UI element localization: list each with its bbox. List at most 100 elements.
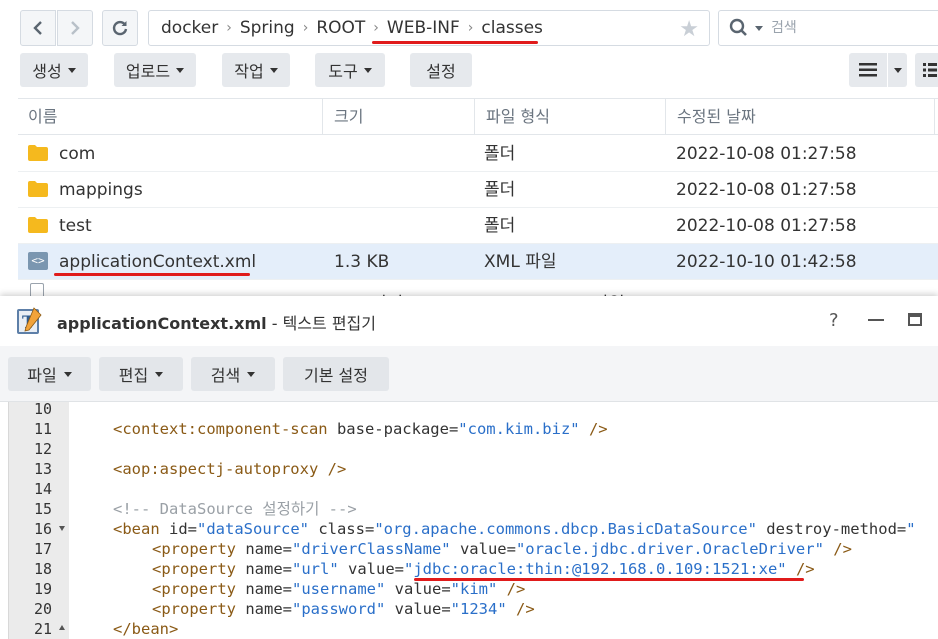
upload-button[interactable]: 업로드 [114,53,196,87]
breadcrumb-separator-icon: › [467,20,474,36]
line-number: 17 [34,540,53,558]
line-number: 15 [34,500,53,518]
column-header-modified[interactable]: 수정된 날짜 [667,99,756,134]
column-header-name[interactable]: 이름 [18,99,57,134]
table-row[interactable]: com 폴더 2022-10-08 01:27:58 [18,136,938,172]
table-row[interactable]: test 폴더 2022-10-08 01:27:58 [18,208,938,244]
code-editor[interactable]: 10 11 12 13 14 15 16 17 18 19 20 21 <con… [0,402,938,639]
file-station-window: docker › Spring › ROOT › WEB-INF › class… [0,0,938,296]
column-header-size[interactable]: 크기 [324,99,363,134]
file-type: PROPERTIES 파일 [484,286,625,296]
list-view-button[interactable] [849,53,887,87]
text-editor-window: T applicationContext.xml - 텍스트 편집기 ? 파일 … [0,296,938,639]
tools-button[interactable]: 도구 [315,53,385,87]
xml-value: "url" [292,560,339,578]
settings-button-label: 설정 [426,62,456,81]
line-number: 20 [34,600,53,618]
code-line: <property name="password" value="1234" /… [152,599,535,619]
xml-value: " [906,520,916,538]
fold-collapse-icon[interactable] [59,526,65,531]
create-button[interactable]: 생성 [20,53,88,87]
xml-attr: value= [385,580,451,598]
breadcrumb-separator-icon: › [226,20,232,36]
xml-attr: base-package= [327,420,459,438]
view-options-button[interactable] [888,53,907,87]
code-line: <property name="url" value="jdbc:oracle:… [152,559,815,579]
minimize-icon[interactable] [868,319,884,321]
breadcrumb-item-web-inf[interactable]: WEB-INF [385,18,462,38]
menu-file[interactable]: 파일 [8,357,91,391]
line-number: 19 [34,580,53,598]
maximize-icon[interactable] [908,313,922,326]
file-name: com [59,144,96,164]
file-modified: 2022-10-10 01:42:58 [676,252,857,272]
xml-attr: name= [236,600,292,618]
text-editor-app-icon: T [17,307,42,334]
table-row-partial[interactable]: db.properties 137 바이트 PROPERTIES 파일 2022… [18,283,938,296]
folder-icon [28,181,48,197]
breadcrumb-item-spring[interactable]: Spring [238,18,297,38]
line-number-text: 21 [34,620,53,638]
xml-tag-end: /> [318,460,347,478]
menu-edit-label: 편집 [118,366,149,385]
xml-tag: <property [152,600,236,618]
xml-value: "1234" [450,600,507,618]
menu-edit[interactable]: 편집 [99,357,183,391]
xml-tag: </bean> [113,620,179,638]
file-modified: 2022-10-08 01:27:58 [676,216,857,236]
search-options-chevron-icon[interactable] [755,25,763,31]
column-header-type[interactable]: 파일 형식 [476,99,550,134]
chevron-down-icon [363,67,372,73]
xml-tag: <aop:aspectj-autoproxy [113,460,319,478]
menu-search[interactable]: 검색 [191,357,275,391]
file-table-header: 이름 크기 파일 형식 수정된 날짜 [18,98,938,135]
xml-tag: <property [152,560,236,578]
xml-attr: class= [308,520,375,538]
column-divider[interactable] [322,99,323,134]
line-number-text: 16 [34,520,53,538]
breadcrumb-item-classes[interactable]: classes [479,18,545,38]
fold-end-icon[interactable] [59,625,65,630]
search-input[interactable] [771,20,921,36]
window-title-file: applicationContext.xml [57,314,267,333]
action-button[interactable]: 작업 [222,53,290,87]
menu-preferences[interactable]: 기본 설정 [283,357,389,391]
xml-tag-end: /> [579,420,608,438]
xml-tag: <context:component-scan [113,420,328,438]
xml-attr: name= [236,560,292,578]
code-line: <property name="username" value="kim" /> [152,579,525,599]
table-row[interactable]: mappings 폴더 2022-10-08 01:27:58 [18,172,938,208]
upload-button-label: 업로드 [125,62,171,81]
chevron-right-icon [71,21,80,35]
line-number: 12 [34,440,53,458]
favorite-star-icon[interactable]: ★ [679,17,699,42]
refresh-button[interactable] [102,10,138,46]
line-number: 11 [34,420,53,438]
code-line: <bean id="dataSource" class="org.apache.… [113,519,916,539]
breadcrumb-item-docker[interactable]: docker [159,18,220,38]
search-box[interactable] [718,10,938,46]
xml-attr: value= [450,540,516,558]
help-button[interactable]: ? [829,310,839,331]
red-underline-annotation [372,41,538,44]
xml-tag: <property [152,540,236,558]
back-button[interactable] [20,10,56,46]
editor-titlebar[interactable]: T applicationContext.xml - 텍스트 편집기 ? [0,296,938,346]
column-divider[interactable] [665,99,666,134]
xml-value: "kim" [450,580,498,598]
file-modified: 2022-10-08 01:27:58 [676,144,857,164]
chevron-down-icon [247,371,256,377]
forward-button[interactable] [57,10,93,46]
sort-view-button[interactable] [915,53,938,87]
xml-comment: <!-- DataSource 설정하기 --> [113,500,357,518]
column-divider[interactable] [934,99,935,134]
folder-icon [28,145,48,161]
line-number: 10 [34,402,53,418]
breadcrumb-item-root[interactable]: ROOT [314,18,367,38]
settings-button[interactable]: 설정 [410,53,472,87]
editor-menubar: 파일 편집 검색 기본 설정 [0,346,938,402]
xml-attr: value= [338,560,404,578]
code-line: </bean> [113,619,178,639]
column-divider[interactable] [474,99,475,134]
xml-value: "com.kim.biz" [458,420,580,438]
